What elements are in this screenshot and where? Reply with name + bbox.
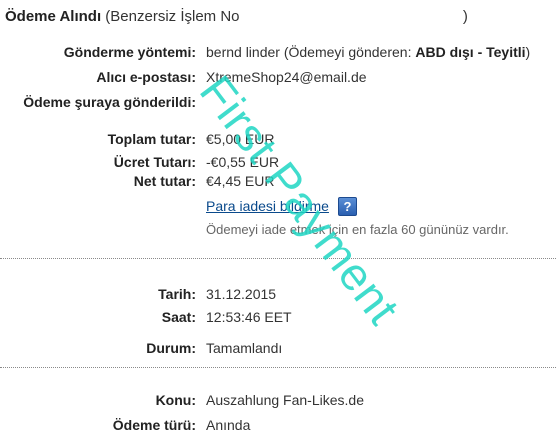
email-label: Alıcı e-postası:: [96, 69, 196, 85]
refund-note: Ödemeyi iade etmek için en fazla 60 günü…: [206, 222, 509, 237]
fee-value: -€0,55 EUR: [206, 154, 280, 170]
method-value: bernd linder (Ödemeyi gönderen: ABD dışı…: [206, 44, 530, 60]
method-value-suffix: ): [525, 44, 531, 60]
email-value: XtremeShop24@email.de: [206, 69, 367, 85]
method-label: Gönderme yöntemi:: [63, 44, 196, 60]
method-value-bold: ABD dışı - Teyitli: [415, 44, 526, 60]
date-label: Tarih:: [158, 286, 196, 302]
divider: [0, 258, 556, 259]
time-label: Saat:: [161, 309, 196, 325]
divider: [0, 367, 556, 368]
payment-type-label: Ödeme türü:: [112, 417, 196, 433]
transaction-header: Ödeme Alındı (Benzersiz İşlem No ): [5, 8, 468, 25]
date-value: 31.12.2015: [206, 286, 277, 302]
question-icon[interactable]: ?: [338, 197, 357, 216]
status-value: Tamamlandı: [206, 340, 283, 356]
sent-to-label: Ödeme şuraya gönderildi:: [23, 94, 196, 110]
total-label: Toplam tutar:: [107, 131, 196, 147]
subject-value: Auszahlung Fan-Likes.de: [206, 392, 364, 408]
net-value: €4,45 EUR: [206, 173, 275, 189]
time-value: 12:53:46 EET: [206, 309, 292, 325]
fee-label: Ücret Tutarı:: [113, 154, 196, 170]
payment-type-value: Anında: [206, 417, 251, 433]
refund-link[interactable]: Para iadesi bildirme: [206, 198, 329, 214]
total-value: €5,00 EUR: [206, 131, 275, 147]
method-value-prefix: bernd linder (Ödemeyi gönderen:: [206, 44, 416, 60]
status-label: Durum:: [146, 340, 196, 356]
transaction-id-close: ): [462, 8, 468, 25]
page-title: Ödeme Alındı: [5, 8, 102, 25]
subject-label: Konu:: [155, 392, 196, 408]
transaction-id-label: (Benzersiz İşlem No: [105, 8, 240, 25]
net-label: Net tutar:: [133, 173, 196, 189]
